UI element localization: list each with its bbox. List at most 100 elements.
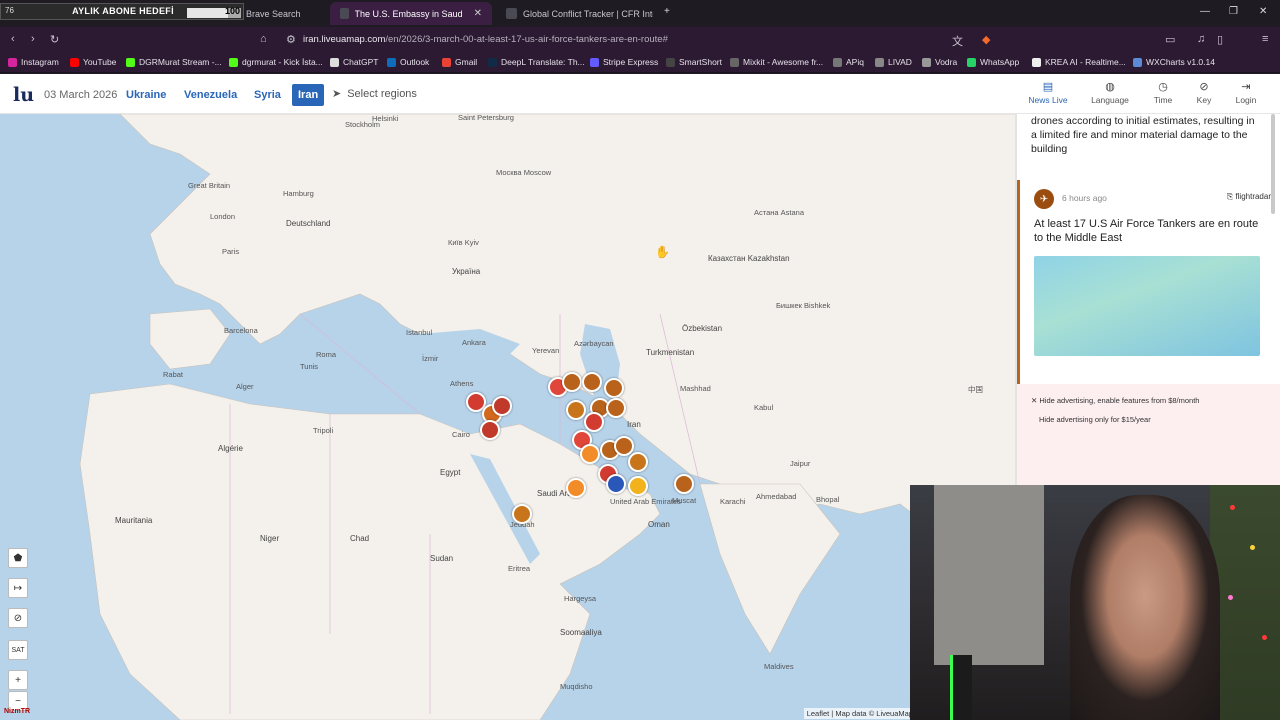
map-label: Tunis bbox=[300, 362, 319, 371]
event-marker-icon[interactable] bbox=[480, 420, 500, 440]
bookmark-dgrmurat-stream[interactable]: DGRMurat Stream -... bbox=[126, 57, 222, 67]
livad-icon bbox=[875, 57, 884, 67]
region-venezuela[interactable]: Venezuela bbox=[184, 89, 237, 101]
bookmark-vodra[interactable]: Vodra bbox=[922, 57, 957, 67]
map-label: Niger bbox=[260, 534, 280, 543]
bookmark-dgrmurat-kick[interactable]: dgrmurat - Kick İsta... bbox=[229, 57, 323, 67]
new-tab-icon[interactable]: + bbox=[664, 6, 670, 17]
nav-language[interactable]: ◍ Language bbox=[1084, 80, 1136, 105]
bookmark-smartshort[interactable]: SmartShort bbox=[666, 57, 722, 67]
kick-icon bbox=[229, 57, 238, 67]
map-attribution[interactable]: Leaflet | Map data © LiveuaMap bbox=[803, 708, 916, 719]
youtube-icon bbox=[70, 57, 79, 67]
map-label: Muqdisho bbox=[560, 682, 593, 691]
bookmark-livad[interactable]: LIVAD bbox=[875, 57, 912, 67]
bookmark-apiq[interactable]: APiq bbox=[833, 57, 864, 67]
sidebar-icon[interactable]: ▭ bbox=[1165, 33, 1175, 46]
smartshort-icon bbox=[666, 57, 675, 67]
map-label: Sudan bbox=[430, 554, 454, 563]
map-label: Chad bbox=[350, 534, 370, 543]
menu-icon[interactable]: ≡ bbox=[1262, 33, 1268, 45]
bookmark-krea[interactable]: KREA AI - Realtime... bbox=[1032, 57, 1126, 67]
region-ukraine[interactable]: Ukraine bbox=[126, 89, 166, 101]
event-marker-icon[interactable] bbox=[606, 398, 626, 418]
forward-icon[interactable]: › bbox=[31, 33, 35, 45]
event-marker-icon[interactable] bbox=[566, 400, 586, 420]
news-title[interactable]: At least 17 U.S Air Force Tankers are en… bbox=[1034, 217, 1270, 245]
satellite-toggle-button[interactable]: SAT bbox=[8, 640, 28, 660]
news-source[interactable]: ⎘ flightradar bbox=[1227, 192, 1271, 202]
bookmark-youtube[interactable]: YouTube bbox=[70, 57, 116, 67]
tab-embassy[interactable]: The U.S. Embassy in Saudi Arabia ✕ bbox=[330, 2, 492, 25]
event-marker-icon[interactable] bbox=[584, 412, 604, 432]
bookmark-instagram[interactable]: Instagram bbox=[8, 57, 59, 67]
webcam-light bbox=[1230, 505, 1235, 510]
hide-ads-monthly-link[interactable]: ✕ Hide advertising, enable features from… bbox=[1031, 396, 1199, 405]
map-label: Özbekistan bbox=[682, 324, 723, 333]
tab-cfr[interactable]: Global Conflict Tracker | CFR Interactiv… bbox=[496, 2, 666, 25]
bookmark-deepl[interactable]: DeepL Translate: Th... bbox=[488, 57, 585, 67]
event-marker-icon[interactable] bbox=[606, 474, 626, 494]
bookmark-gmail[interactable]: Gmail bbox=[442, 57, 477, 67]
region-syria[interactable]: Syria bbox=[254, 89, 281, 101]
nav-login[interactable]: ⇥ Login bbox=[1220, 80, 1272, 105]
bookmark-wxcharts[interactable]: WXCharts v1.0.14 bbox=[1133, 57, 1215, 67]
event-marker-icon[interactable] bbox=[512, 504, 532, 524]
map-label: Istanbul bbox=[406, 328, 433, 337]
event-marker-icon[interactable] bbox=[604, 378, 624, 398]
hide-layer-button[interactable]: ⊘ bbox=[8, 608, 28, 628]
site-info-icon[interactable]: ⚙ bbox=[286, 33, 296, 46]
apiq-icon bbox=[833, 57, 842, 67]
event-marker-icon[interactable] bbox=[566, 478, 586, 498]
reload-icon[interactable]: ↻ bbox=[50, 33, 59, 46]
panel-icon[interactable]: ▯ bbox=[1217, 33, 1223, 46]
bookmark-chatgpt[interactable]: ChatGPT bbox=[330, 57, 378, 67]
liveuamap-logo[interactable]: lu bbox=[13, 84, 34, 106]
event-marker-icon[interactable] bbox=[580, 444, 600, 464]
restore-icon[interactable]: ❐ bbox=[1229, 6, 1238, 17]
event-marker-icon[interactable] bbox=[628, 452, 648, 472]
map-label: Ahmedabad bbox=[756, 492, 797, 501]
event-marker-icon[interactable] bbox=[628, 476, 648, 496]
select-regions-button[interactable]: ➤ Select regions bbox=[332, 87, 417, 101]
map-label: Maldives bbox=[764, 662, 794, 671]
brave-shield-icon[interactable]: ◆ bbox=[982, 33, 990, 46]
translate-icon[interactable]: 文 bbox=[952, 33, 963, 49]
close-tab-icon[interactable]: ✕ bbox=[474, 8, 482, 19]
measure-tool-button[interactable]: ↦ bbox=[8, 578, 28, 598]
address-bar[interactable]: iran.liveuamap.com/en/2026/3-march-00-at… bbox=[303, 34, 668, 45]
event-marker-icon[interactable] bbox=[582, 372, 602, 392]
news-card[interactable]: ✈ 6 hours ago ⎘ flightradar At least 17 … bbox=[1017, 180, 1280, 384]
zoom-in-button[interactable]: + bbox=[8, 670, 28, 690]
event-marker-icon[interactable] bbox=[562, 372, 582, 392]
map-label: Egypt bbox=[440, 468, 461, 477]
hide-ads-yearly-link[interactable]: Hide advertising only for $15/year bbox=[1039, 415, 1151, 424]
bookmark-mixkit[interactable]: Mixkit - Awesome fr... bbox=[730, 57, 823, 67]
tab-brave-search[interactable]: Brave Search bbox=[236, 2, 311, 25]
bookmark-icon[interactable]: ⌂ bbox=[260, 33, 267, 45]
map-label: Казахстан Kazakhstan bbox=[708, 254, 790, 263]
map-label: Eritrea bbox=[508, 564, 531, 573]
instagram-icon bbox=[8, 57, 17, 67]
nav-news-live[interactable]: ▤ News Live bbox=[1022, 80, 1074, 105]
news-thumbnail[interactable] bbox=[1034, 256, 1260, 356]
map-label: Oman bbox=[648, 520, 670, 529]
event-marker-icon[interactable] bbox=[674, 474, 694, 494]
feed-scrollbar[interactable] bbox=[1271, 114, 1275, 214]
previous-news-text[interactable]: drones according to initial estimates, r… bbox=[1031, 114, 1261, 156]
map-label: Jaipur bbox=[790, 459, 811, 468]
bookmark-whatsapp[interactable]: WhatsApp bbox=[967, 57, 1019, 67]
copy-link-icon[interactable]: ⎘ bbox=[1227, 192, 1233, 201]
minimize-icon[interactable]: — bbox=[1200, 6, 1210, 17]
media-icon[interactable]: ♫ bbox=[1197, 33, 1205, 45]
map[interactable]: Saint Petersburg Helsinki Stockholm Моск… bbox=[0, 114, 1016, 720]
close-window-icon[interactable]: ✕ bbox=[1259, 6, 1267, 17]
outlook-icon bbox=[387, 57, 396, 67]
draw-tool-button[interactable]: ⬟ bbox=[8, 548, 28, 568]
bookmark-stripe[interactable]: Stripe Express bbox=[590, 57, 658, 67]
bookmark-outlook[interactable]: Outlook bbox=[387, 57, 429, 67]
region-iran[interactable]: Iran bbox=[292, 84, 325, 106]
event-marker-icon[interactable] bbox=[492, 396, 512, 416]
back-icon[interactable]: ‹ bbox=[11, 33, 15, 45]
mixkit-icon bbox=[730, 57, 739, 67]
